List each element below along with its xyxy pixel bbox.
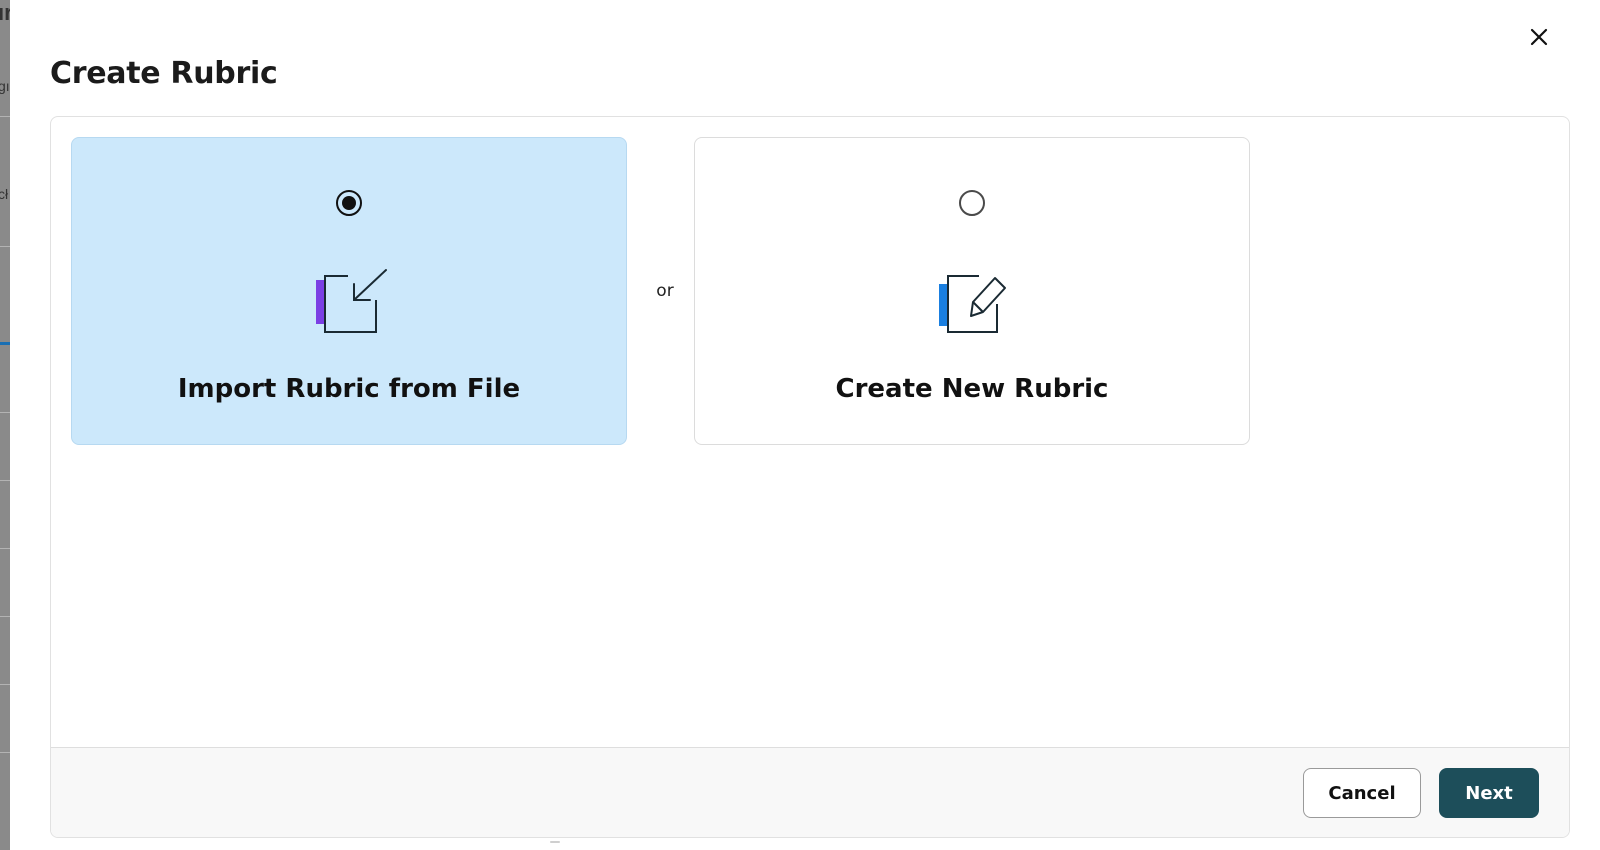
close-button[interactable]	[1524, 22, 1554, 52]
option-card-import[interactable]: Import Rubric from File	[71, 137, 627, 445]
background-page: ır gı cł	[0, 0, 10, 850]
create-rubric-dialog: Create Rubric Import Rubric from File or	[10, 0, 1600, 850]
option-card-create[interactable]: Create New Rubric	[694, 137, 1250, 445]
dialog-title: Create Rubric	[50, 56, 278, 91]
scroll-indicator	[550, 841, 560, 843]
option-label-import: Import Rubric from File	[177, 374, 521, 404]
next-button[interactable]: Next	[1439, 768, 1539, 818]
import-file-icon	[316, 269, 387, 333]
option-label-create: Create New Rubric	[835, 374, 1109, 404]
dialog-footer: Cancel Next	[51, 747, 1569, 837]
options-panel: Import Rubric from File or Create New Ru…	[50, 116, 1570, 838]
cancel-button[interactable]: Cancel	[1303, 768, 1421, 818]
or-separator: or	[656, 281, 674, 301]
close-icon	[1530, 28, 1548, 46]
radio-import[interactable]	[336, 190, 362, 216]
edit-document-icon	[939, 275, 1006, 333]
radio-create[interactable]	[959, 190, 985, 216]
